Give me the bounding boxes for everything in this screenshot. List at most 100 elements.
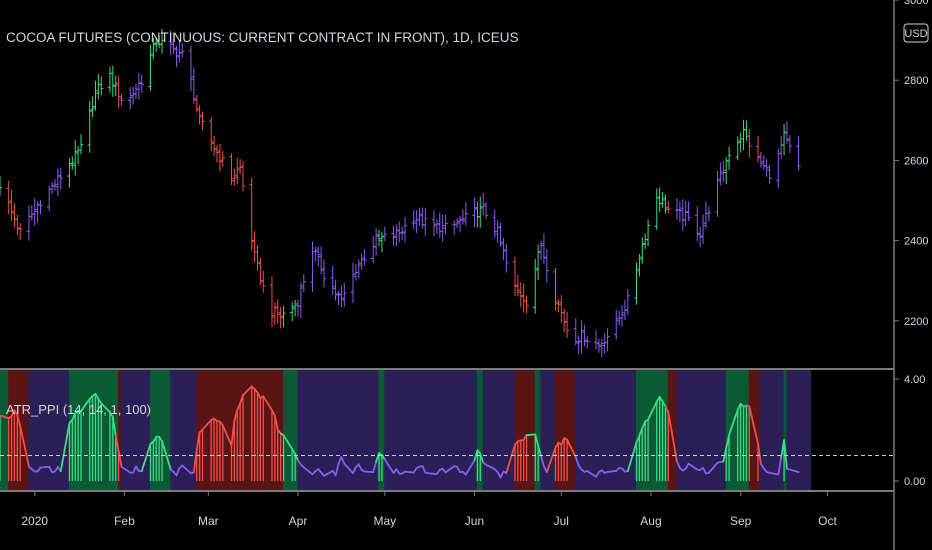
oscillator-band: [748, 370, 759, 490]
ohlc-bar: [313, 246, 318, 262]
ohlc-bar: [747, 129, 752, 158]
ohlc-bar: [695, 206, 700, 242]
oscillator-band: [40, 370, 50, 490]
ohlc-bar: [269, 276, 275, 328]
ohlc-bar: [423, 208, 428, 236]
ohlc-bar: [411, 209, 416, 230]
time-axis[interactable]: 2020 Feb Mar Apr May Jun Jul Aug Sep Oct: [21, 491, 837, 528]
ohlc-bar: [654, 188, 659, 231]
ohlc-bar: [619, 305, 625, 327]
ohlc-bar: [342, 282, 347, 307]
currency-badge-label: USD: [904, 28, 927, 40]
ohlc-bar: [660, 191, 665, 208]
ohlc-bar: [478, 196, 483, 228]
ohlc-bar: [188, 46, 194, 92]
ohlc-bar: [431, 210, 437, 236]
ohlc-bar: [680, 199, 685, 231]
ohlc-bar: [674, 198, 680, 220]
ohlc-bar: [29, 205, 35, 221]
ohlc-bar: [278, 306, 283, 329]
oscillator-band: [424, 370, 435, 490]
ohlc-bar: [26, 205, 32, 241]
ohlc-bar: [58, 167, 63, 190]
ohlc-bar: [211, 135, 217, 157]
ohlc-bar: [452, 220, 457, 235]
ohlc-bar: [391, 225, 396, 246]
ohlc-bar: [521, 283, 526, 313]
ohlc-bar: [373, 227, 379, 256]
ohlc-bar: [359, 253, 364, 271]
ohlc-bar: [776, 148, 781, 189]
ohlc-bar: [371, 236, 376, 264]
ohlc-bar: [443, 214, 448, 235]
oscillator-band: [100, 370, 111, 490]
oscillator-band: [627, 370, 638, 490]
ohlc-bar: [6, 180, 11, 215]
ohlc-bar: [677, 201, 683, 223]
price-tick-label: 3000: [904, 0, 928, 7]
ohlc-bar: [605, 328, 610, 352]
ohlc-bar: [480, 192, 486, 216]
ohlc-bar: [316, 246, 321, 267]
ohlc-bar: [715, 170, 720, 217]
ohlc-bar: [726, 146, 732, 170]
chart-root: 2200 2400 2600 2800 3000 0.00 4.00 2020 Feb Mar…: [0, 0, 932, 550]
ohlc-bar: [663, 194, 668, 214]
symbol-title: COCOA FUTURES (CONTINUOUS: CURRENT CONTR…: [6, 30, 519, 45]
ohlc-bar: [136, 73, 142, 100]
ohlc-bar: [787, 135, 793, 154]
ohlc-bar: [310, 241, 315, 293]
oscillator-axis[interactable]: 0.00 4.00: [894, 374, 925, 488]
indicator-label: ATR_PPI (14, 14, 1, 100): [6, 402, 151, 417]
currency-badge[interactable]: USD: [903, 23, 929, 43]
ohlc-bar: [107, 66, 113, 93]
ohlc-bar: [579, 320, 584, 354]
price-axis[interactable]: 2200 2400 2600 2800 3000: [894, 0, 928, 328]
oscillator-band: [303, 370, 313, 490]
ohlc-bar: [463, 202, 469, 226]
oscillator-band: [798, 370, 812, 490]
ohlc-bar: [576, 335, 581, 355]
ohlc-bar: [397, 221, 402, 243]
ohlc-bar: [437, 212, 442, 238]
ohlc-bar: [290, 302, 295, 322]
ohlc-bar: [535, 244, 541, 281]
ohlc-bar: [796, 136, 801, 171]
ohlc-bar: [87, 101, 92, 153]
ohlc-bar: [379, 231, 385, 253]
ohlc-bar: [333, 279, 338, 301]
ohlc-bar: [755, 135, 761, 163]
ohlc-bar: [721, 160, 726, 182]
ohlc-bar: [778, 135, 784, 159]
oscillator-line-segment: [404, 470, 415, 474]
ohlc-bar: [518, 282, 523, 308]
ohlc-bar: [275, 299, 280, 324]
ohlc-bar: [113, 75, 118, 97]
ohlc-bar: [272, 302, 278, 326]
ohlc-bar: [683, 201, 688, 227]
ohlc-bar: [330, 265, 335, 295]
time-tick-label: May: [373, 514, 396, 528]
ohlc-bar: [255, 245, 260, 271]
ohlc-bar: [524, 295, 529, 314]
time-tick-label: Mar: [198, 514, 219, 528]
ohlc-bar: [533, 259, 538, 314]
ohlc-bar: [9, 189, 14, 221]
ohlc-bar: [38, 200, 43, 215]
ohlc-bar: [657, 187, 662, 213]
ohlc-bar: [229, 153, 234, 185]
ohlc-bar: [434, 219, 440, 235]
chart-canvas[interactable]: 2200 2400 2600 2800 3000 0.00 4.00 2020 Feb Mar…: [0, 0, 932, 550]
oscillator-band: [202, 370, 212, 490]
oscillator-band: [769, 370, 779, 490]
ohlc-bar: [744, 120, 749, 141]
ohlc-bar: [0, 175, 3, 196]
ohlc-bar: [78, 134, 84, 155]
ohlc-bar: [217, 143, 223, 172]
oscillator-band: [688, 370, 698, 490]
ohlc-bar: [295, 299, 301, 318]
ohlc-bar: [55, 168, 61, 197]
ohlc-bar: [559, 295, 564, 323]
ohlc-bar: [645, 219, 651, 247]
ohlc-bar: [200, 111, 205, 130]
